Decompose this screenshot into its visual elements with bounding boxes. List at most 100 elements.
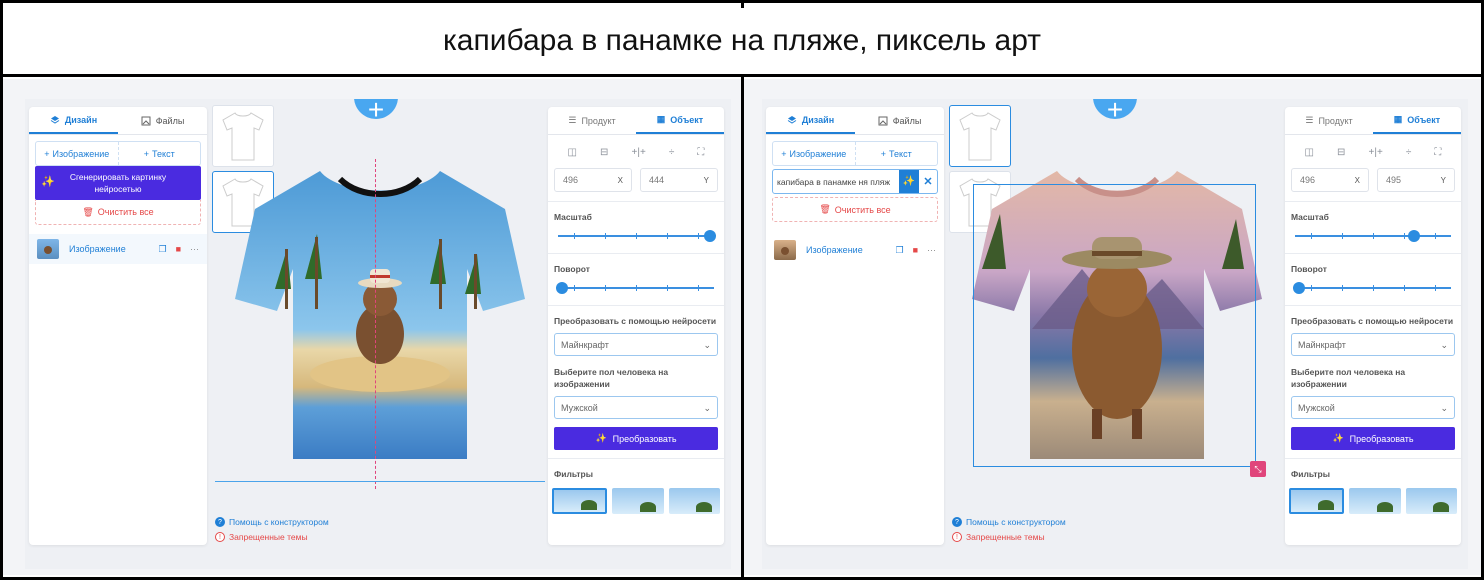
filters-label: Фильтры	[554, 469, 593, 479]
gender-label: Выберите пол человека на изображении	[1291, 367, 1406, 389]
center-vertical-icon[interactable]: ÷	[669, 147, 675, 158]
layer-row[interactable]: Изображение ❐ ■ ···	[29, 234, 207, 264]
rotate-slider[interactable]	[1293, 282, 1451, 294]
gender-label: Выберите пол человека на изображении	[554, 367, 669, 389]
align-vertical-icon[interactable]: ◫	[568, 147, 577, 158]
gender-select[interactable]: Мужской ⌄	[1291, 396, 1455, 419]
align-horizontal-icon[interactable]: ⊟	[1337, 147, 1345, 158]
layer-thumbnail	[774, 240, 796, 260]
clear-all-button[interactable]: 🗑 Очистить все	[35, 200, 201, 225]
gender-select[interactable]: Мужской ⌄	[554, 396, 718, 419]
tshirt-icon	[222, 112, 264, 161]
align-horizontal-icon[interactable]: ⊟	[600, 147, 608, 158]
tab-product[interactable]: ☰ Продукт	[1285, 107, 1373, 134]
chevron-down-icon: ⌄	[703, 339, 711, 350]
scale-slider[interactable]	[1295, 230, 1451, 242]
close-icon[interactable]: ✕	[919, 170, 937, 193]
editor-screenshot: + Дизайн Файлы + Изображение + Текст ✨ Сге…	[25, 99, 731, 569]
add-image-button[interactable]: + Изображение	[36, 142, 119, 165]
chevron-down-icon: ⌄	[1440, 402, 1448, 413]
filter-option[interactable]	[1349, 488, 1401, 514]
grid-icon: ▦	[656, 114, 666, 124]
trash-icon[interactable]: ■	[176, 244, 181, 255]
convert-button[interactable]: ✨ Преобразовать	[1291, 427, 1455, 450]
transform-label: Преобразовать с помощью нейросети	[1291, 316, 1454, 326]
style-select[interactable]: Майнкрафт ⌄	[554, 333, 718, 356]
layer-row[interactable]: Изображение ❐ ■ ···	[766, 235, 944, 265]
y-field[interactable]: 495 Y	[1377, 168, 1455, 192]
copy-icon[interactable]: ❐	[158, 244, 166, 255]
rotate-slider[interactable]	[556, 282, 714, 294]
tab-object[interactable]: ▦ Объект	[1373, 107, 1461, 134]
tshirt-mockup[interactable]	[215, 159, 545, 499]
center-horizontal-icon[interactable]: +|+	[632, 147, 646, 158]
filter-option[interactable]	[612, 488, 664, 514]
more-icon[interactable]: ···	[190, 244, 199, 255]
sliders-icon: ☰	[1305, 115, 1314, 125]
prompt-input-row: капибара в панамке ня пляж ✨ ✕	[772, 169, 938, 194]
style-select[interactable]: Майнкрафт ⌄	[1291, 333, 1455, 356]
add-image-button[interactable]: + Изображение	[773, 142, 856, 165]
add-text-button[interactable]: + Текст	[119, 142, 201, 165]
tab-product[interactable]: ☰ Продукт	[548, 107, 636, 134]
copy-icon[interactable]: ❐	[895, 245, 903, 256]
align-vertical-icon[interactable]: ◫	[1305, 147, 1314, 158]
product-thumb-front[interactable]	[949, 105, 1011, 167]
center-horizontal-icon[interactable]: +|+	[1369, 147, 1383, 158]
editor-screenshot: + Дизайн Файлы + Изображение + Текст капиб…	[762, 99, 1468, 569]
add-text-button[interactable]: + Текст	[856, 142, 938, 165]
resize-handle-icon[interactable]: ⤡	[1250, 461, 1266, 477]
generate-ai-image-button[interactable]: ✨ Сгенерировать картинку нейросетью	[35, 166, 201, 200]
editor-panel-2: + Дизайн Файлы + Изображение + Текст капиб…	[744, 79, 1481, 575]
tab-files[interactable]: Файлы	[118, 107, 207, 134]
magic-wand-icon[interactable]: ✨	[899, 170, 919, 193]
chevron-down-icon: ⌄	[1440, 339, 1448, 350]
more-icon[interactable]: ···	[927, 245, 936, 256]
warning-icon: !	[952, 532, 962, 542]
rotate-label: Поворот	[554, 264, 590, 274]
trash-icon: 🗑	[82, 206, 94, 217]
scale-slider[interactable]	[558, 230, 716, 242]
rotate-knob[interactable]	[556, 282, 568, 294]
scale-label: Масштаб	[554, 212, 592, 222]
tab-design[interactable]: Дизайн	[29, 107, 118, 134]
transform-label: Преобразовать с помощью нейросети	[554, 316, 717, 326]
add-product-button[interactable]: +	[1093, 99, 1137, 124]
selection-box[interactable]	[973, 184, 1256, 467]
plus-icon: +	[44, 148, 50, 159]
y-field[interactable]: 444 Y	[640, 168, 718, 192]
add-product-button[interactable]: +	[354, 99, 398, 124]
scale-knob[interactable]	[704, 230, 716, 242]
x-field[interactable]: 496 X	[554, 168, 632, 192]
product-thumb-front[interactable]	[212, 105, 274, 167]
rotate-knob[interactable]	[1293, 282, 1305, 294]
filter-option[interactable]	[1289, 488, 1345, 514]
scale-label: Масштаб	[1291, 212, 1329, 222]
forbidden-topics-link[interactable]: ! Запрещенные темы	[215, 532, 308, 542]
tab-files[interactable]: Файлы	[855, 107, 944, 134]
help-link[interactable]: ? Помощь с конструктором	[215, 517, 329, 527]
rotate-label: Поворот	[1291, 264, 1327, 274]
convert-button[interactable]: ✨ Преобразовать	[554, 427, 718, 450]
clear-all-button[interactable]: 🗑 Очистить все	[772, 197, 938, 222]
filter-option[interactable]	[1405, 488, 1457, 514]
forbidden-topics-link[interactable]: ! Запрещенные темы	[952, 532, 1045, 542]
fullscreen-icon[interactable]: ⛶	[697, 147, 704, 158]
trash-icon[interactable]: ■	[913, 245, 918, 256]
tab-design[interactable]: Дизайн	[766, 107, 855, 134]
question-icon: ?	[215, 517, 225, 527]
x-field[interactable]: 496 X	[1291, 168, 1369, 192]
tab-object[interactable]: ▦ Объект	[636, 107, 724, 134]
scale-knob[interactable]	[1407, 230, 1420, 242]
filter-option[interactable]	[552, 488, 608, 514]
magic-wand-icon: ✨	[41, 176, 55, 188]
image-icon	[878, 116, 888, 125]
help-link[interactable]: ? Помощь с конструктором	[952, 517, 1066, 527]
fullscreen-icon[interactable]: ⛶	[1434, 147, 1441, 158]
layer-thumbnail	[37, 239, 59, 259]
center-vertical-icon[interactable]: ÷	[1406, 147, 1412, 158]
plus-icon: +	[781, 148, 787, 159]
prompt-input[interactable]: капибара в панамке ня пляж	[773, 170, 899, 193]
filter-option[interactable]	[668, 488, 720, 514]
image-icon	[141, 116, 151, 125]
